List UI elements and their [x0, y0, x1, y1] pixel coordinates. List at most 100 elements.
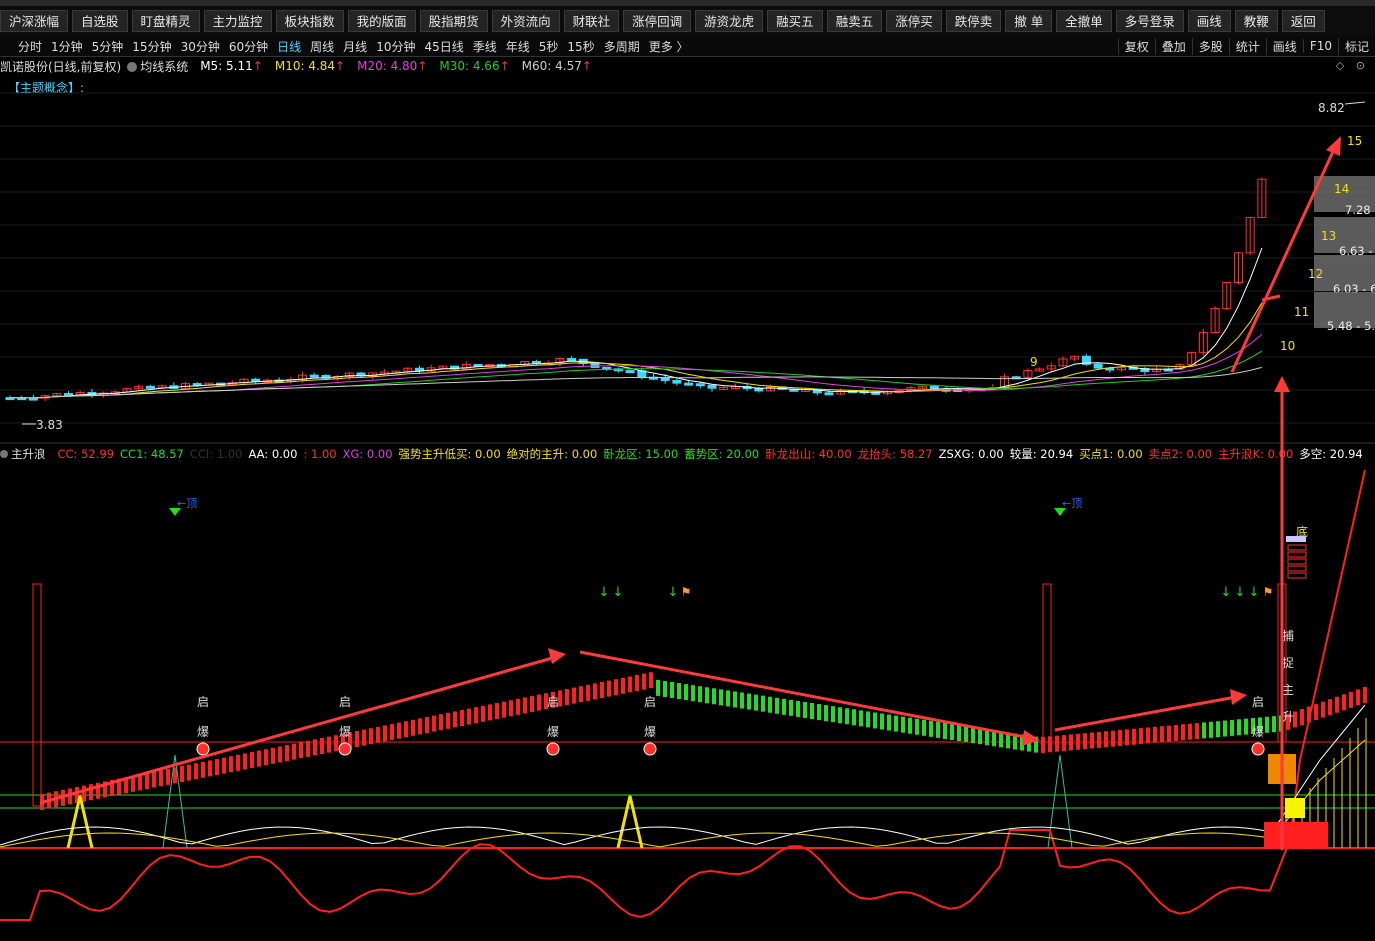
signal-bar	[32, 583, 42, 807]
ribbon-stripe	[523, 697, 527, 714]
ribbon-stripe	[474, 707, 478, 724]
ribbon-stripe	[1118, 729, 1122, 746]
ribbon-stripe	[1090, 732, 1094, 749]
ribbon-stripe	[670, 682, 674, 698]
settings-icon[interactable]: ⊙	[1356, 59, 1365, 72]
ribbon-stripe	[1125, 729, 1129, 746]
ribbon-stripe	[334, 735, 338, 752]
ribbon-stripe	[1174, 724, 1178, 741]
ribbon-stripe	[1181, 724, 1185, 741]
ribbon-stripe	[229, 756, 233, 773]
ribbon-stripe	[1321, 701, 1325, 718]
ribbon-stripe	[180, 766, 184, 782]
ribbon-stripe	[565, 689, 569, 705]
ribbon-stripe	[775, 697, 779, 714]
ribbon-stripe	[873, 712, 877, 729]
signal-bao-3: 爆	[644, 725, 656, 739]
green-down-arrow-icon-0: ↓	[599, 585, 610, 600]
runner-icon-1: ⚑	[1263, 585, 1274, 599]
top-label-0: ←顶	[177, 497, 197, 510]
bottom-step	[1287, 572, 1307, 579]
ribbon-stripe	[586, 684, 590, 701]
wave-count-5: 14	[1334, 182, 1349, 196]
ribbon-stripe	[152, 771, 156, 788]
small-arrow	[1261, 294, 1281, 302]
ribbon-stripe	[1216, 721, 1220, 738]
kline-chart[interactable]: 8.823.837.286.63 - 76.03 - 6.55.48 - 5.6…	[0, 0, 1375, 941]
red-block	[1264, 822, 1328, 848]
level-label-0: 7.28	[1345, 203, 1371, 217]
ribbon-stripe	[663, 680, 667, 697]
ribbon-stripe	[929, 720, 933, 737]
ribbon-stripe	[481, 705, 485, 722]
ma5-line	[9, 247, 1263, 399]
window-controls: ◇ ⊙	[1336, 59, 1365, 72]
capture-text-0: 捕	[1282, 628, 1294, 643]
candle-body	[251, 378, 261, 382]
ribbon-stripe	[1230, 719, 1234, 736]
ribbon-stripe	[1342, 694, 1346, 711]
ribbon-stripe	[1335, 696, 1339, 713]
ribbon-stripe	[201, 761, 205, 778]
ribbon-stripe	[439, 714, 443, 731]
ribbon-stripe	[691, 685, 695, 702]
ribbon-stripe	[166, 768, 170, 785]
ribbon-stripe	[1111, 730, 1115, 747]
ribbon-stripe	[1349, 691, 1353, 708]
ribbon-stripe	[1244, 718, 1248, 735]
green-down-arrow-icon-1: ↓	[613, 585, 624, 600]
ribbon-stripe	[1328, 699, 1332, 716]
ribbon-stripe	[1048, 736, 1052, 753]
candle-body	[567, 358, 577, 362]
capture-text-2: 主	[1282, 683, 1294, 697]
green-down-arrow-icon-2: ↓	[668, 585, 679, 600]
ribbon-stripe	[236, 754, 240, 771]
ribbon-stripe	[803, 701, 807, 718]
ma-lines	[9, 247, 1263, 399]
ribbon-stripe	[1146, 727, 1150, 744]
signal-qi-4: 启	[1252, 695, 1264, 709]
bottom-step	[1287, 551, 1307, 558]
ribbon-stripe	[488, 704, 492, 721]
ribbon-stripe	[145, 773, 149, 789]
green-down-arrow-icon-4: ↓	[1235, 585, 1246, 600]
ribbon-stripe	[768, 696, 772, 713]
ribbon-stripe	[173, 767, 177, 784]
ribbon-stripe	[614, 679, 618, 696]
green-down-arrow-icon-3: ↓	[1221, 585, 1232, 600]
ribbon-stripe	[1223, 720, 1227, 737]
ribbon-stripe	[432, 715, 436, 732]
ribbon-stripe	[782, 698, 786, 715]
candle-body	[684, 382, 694, 386]
ribbon-stripe	[831, 706, 835, 723]
ribbon-stripe	[418, 718, 422, 735]
yellow-block	[1285, 798, 1305, 818]
wave-count-3: 12	[1308, 267, 1323, 281]
candle-body	[660, 377, 670, 381]
ribbon-stripe	[460, 710, 464, 726]
signal-qi-3: 启	[644, 695, 656, 709]
arrow-head	[1326, 136, 1341, 156]
ribbon-stripe	[1195, 723, 1199, 740]
ribbon-stripe	[537, 694, 541, 711]
ribbon-stripe	[138, 774, 142, 791]
ribbon-stripe	[1167, 725, 1171, 742]
ribbon-stripe	[1104, 731, 1108, 748]
ribbon-stripe	[411, 719, 415, 736]
ribbon-stripe	[901, 716, 905, 733]
ribbon-stripe	[509, 700, 513, 717]
ribbon-stripe	[1314, 704, 1318, 721]
signal-bao-1: 爆	[339, 725, 351, 739]
ribbon-stripe	[572, 687, 576, 704]
signal-bao-4: 爆	[1252, 725, 1264, 739]
ribbon-stripe	[866, 711, 870, 728]
ribbon-stripe	[642, 673, 646, 690]
expand-icon[interactable]: ◇	[1336, 59, 1344, 72]
ribbon-stripe	[390, 724, 394, 740]
ribbon-stripe	[278, 746, 282, 763]
ribbon-stripe	[628, 676, 632, 693]
ribbon-stripe	[271, 747, 275, 764]
ribbon-stripe	[1132, 728, 1136, 745]
capture-text-3: 升	[1282, 710, 1294, 724]
bottom-step	[1287, 544, 1307, 551]
